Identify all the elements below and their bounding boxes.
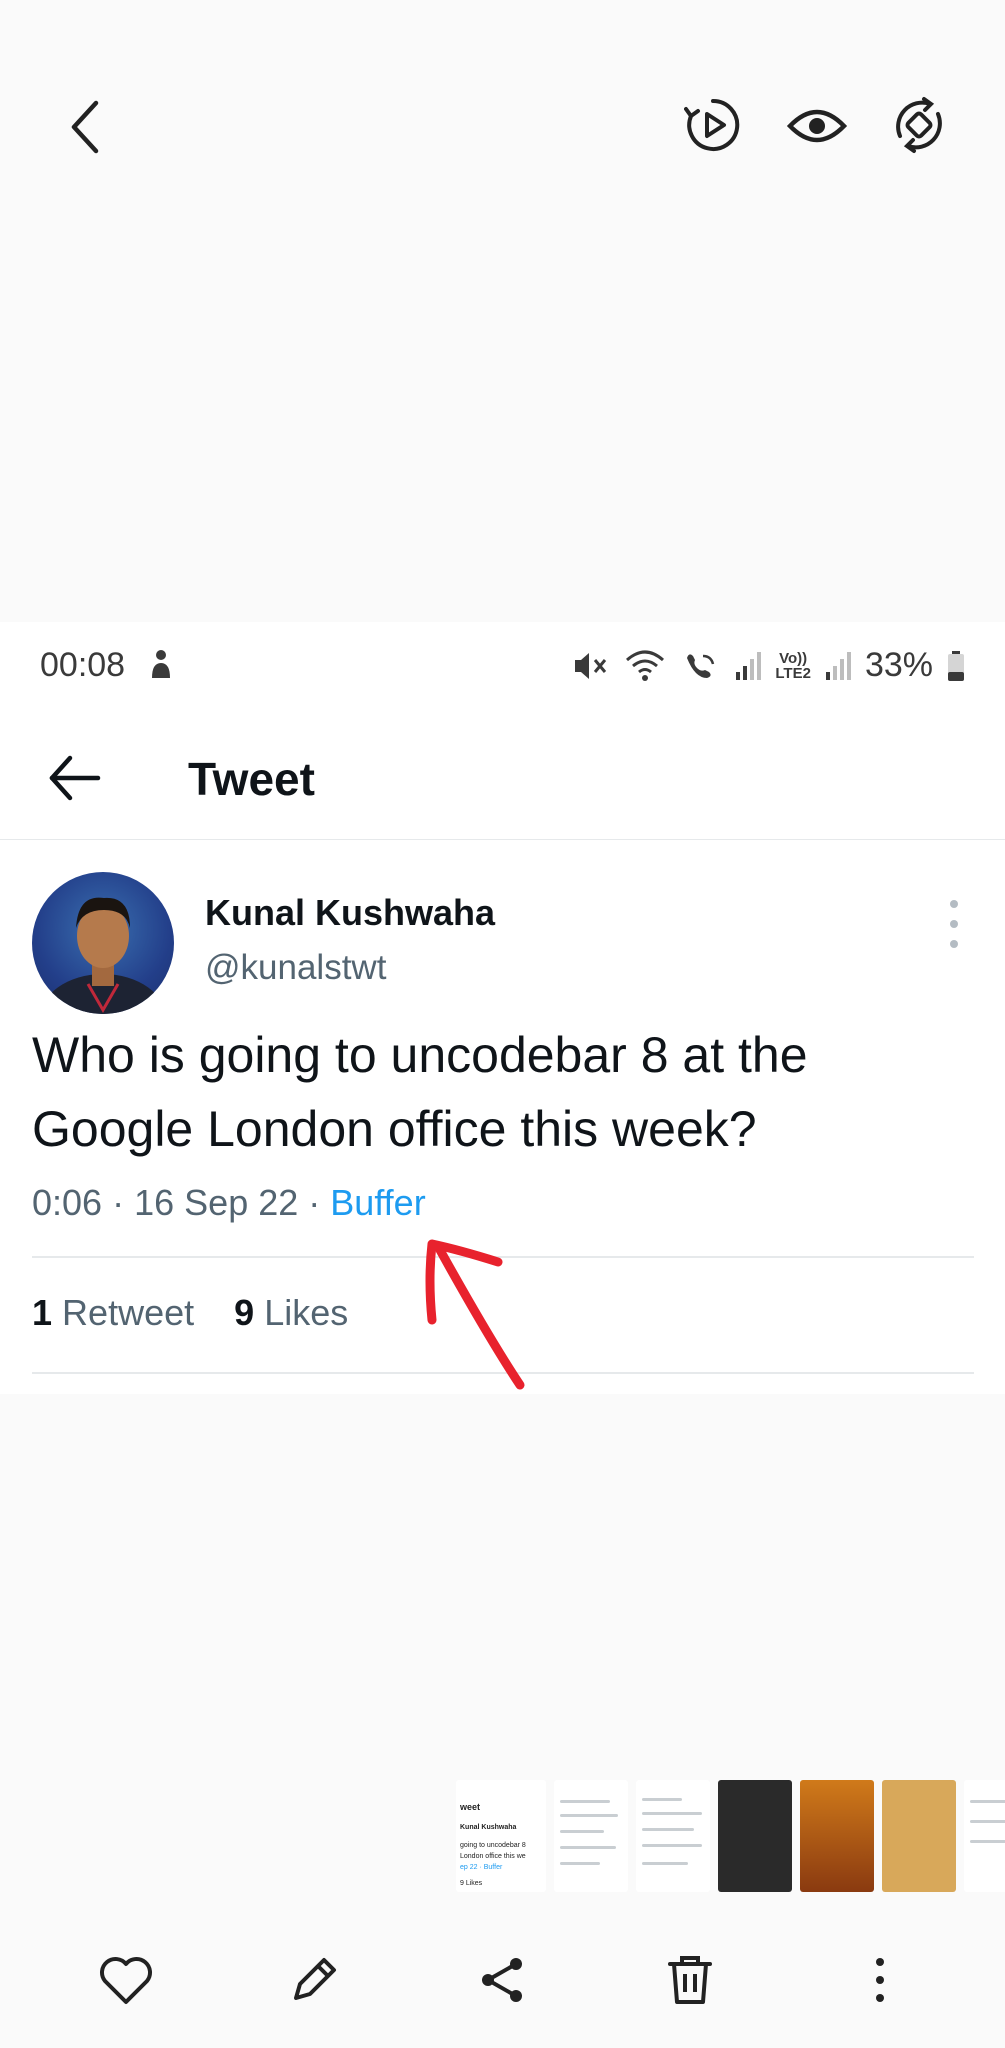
- battery-icon: [948, 650, 964, 681]
- arrow-left-icon: [49, 755, 101, 801]
- tweet-meta: 0:06 · 16 Sep 22 · Buffer: [32, 1182, 426, 1224]
- red-arrow-annotation: [425, 1239, 525, 1390]
- view-button[interactable]: [784, 96, 850, 156]
- favorite-button[interactable]: [96, 1950, 156, 2010]
- thumbnail-strip: weet Kunal Kushwaha going to uncodebar 8…: [456, 1780, 1005, 1892]
- tweet-back-button[interactable]: [46, 752, 102, 804]
- meta-separator: ·: [308, 1182, 321, 1223]
- status-icons: Vo)) LTE2 33%: [569, 646, 965, 685]
- video-play-icon: [684, 98, 740, 151]
- signal-2-icon: [825, 651, 851, 680]
- tweet-source-link[interactable]: Buffer: [330, 1182, 425, 1223]
- thumbnail[interactable]: [882, 1780, 956, 1892]
- more-vertical-icon: [876, 1958, 884, 2002]
- tweet-date: 16 Sep 22: [134, 1182, 299, 1223]
- author-handle[interactable]: @kunalstwt: [205, 948, 386, 988]
- back-button[interactable]: [58, 92, 114, 162]
- bottom-action-bar: [0, 1930, 1005, 2020]
- thumbnail[interactable]: [636, 1780, 710, 1892]
- likes-stat[interactable]: 9 Likes: [234, 1292, 348, 1333]
- share-button[interactable]: [472, 1950, 532, 2010]
- tweet-time: 0:06: [32, 1182, 103, 1223]
- mute-icon: [575, 652, 607, 679]
- heart-icon: [100, 1957, 152, 2004]
- meta-separator: ·: [112, 1182, 125, 1223]
- tweet-more-button[interactable]: [942, 894, 966, 954]
- thumbnail[interactable]: [554, 1780, 628, 1892]
- lte-indicator: Vo)) LTE2: [775, 649, 811, 682]
- page-title: Tweet: [188, 753, 315, 805]
- battery-percent: 33%: [864, 646, 933, 684]
- rotate-icon: [896, 97, 942, 153]
- more-options-button[interactable]: [850, 1950, 910, 2010]
- chevron-left-icon: [71, 100, 99, 154]
- more-vertical-icon: [950, 900, 958, 948]
- status-bar: 00:08 Vo)) LTE2 33%: [0, 622, 1005, 712]
- signal-1-icon: [736, 651, 762, 680]
- thumbnail[interactable]: [964, 1780, 1005, 1892]
- share-icon: [482, 1958, 522, 2002]
- tweet-text: Who is going to uncodebar 8 at the Googl…: [32, 1027, 808, 1157]
- thumbnail[interactable]: [718, 1780, 792, 1892]
- author-name[interactable]: Kunal Kushwaha: [205, 892, 495, 934]
- thumbnail[interactable]: [800, 1780, 874, 1892]
- avatar[interactable]: [32, 872, 174, 1014]
- eye-icon: [787, 109, 847, 143]
- tweet-header: Tweet: [0, 712, 1005, 840]
- edit-button[interactable]: [284, 1950, 344, 2010]
- trash-icon: [668, 1956, 712, 2004]
- rotate-button[interactable]: [888, 94, 950, 156]
- video-edit-button[interactable]: [682, 94, 744, 156]
- wifi-icon: [626, 650, 665, 681]
- pencil-icon: [294, 1958, 336, 2000]
- tweet-stats: 1 Retweet 9 Likes: [32, 1292, 348, 1334]
- thumbnail-current[interactable]: weet Kunal Kushwaha going to uncodebar 8…: [456, 1780, 546, 1892]
- retweets-stat[interactable]: 1 Retweet: [32, 1292, 194, 1333]
- status-time: 00:08: [40, 646, 126, 684]
- person-icon: [146, 648, 176, 682]
- wifi-calling-icon: [687, 653, 715, 678]
- delete-button[interactable]: [660, 1950, 720, 2010]
